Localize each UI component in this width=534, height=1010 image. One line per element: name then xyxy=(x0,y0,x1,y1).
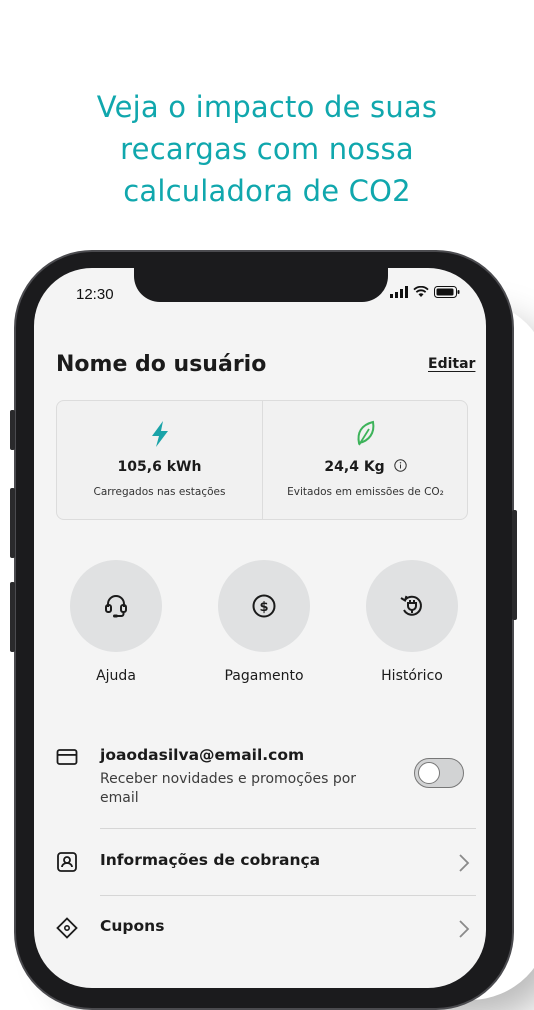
newsletter-toggle[interactable] xyxy=(414,758,464,788)
help-label: Ajuda xyxy=(96,668,136,684)
battery-icon xyxy=(434,286,460,298)
chevron-right-icon xyxy=(459,854,470,872)
stat-charged-caption: Carregados nas estações xyxy=(93,486,226,498)
stat-charged-value: 105,6 kWh xyxy=(117,459,202,475)
menu-divider xyxy=(100,895,476,896)
stats-card: 105,6 kWh Carregados nas estações 24,4 K… xyxy=(56,400,468,520)
info-icon[interactable] xyxy=(393,459,407,472)
stat-avoided-value-row: 24,4 Kg xyxy=(263,459,468,475)
quick-action-payment[interactable]: $ Pagamento xyxy=(218,560,310,684)
phone-mute-button xyxy=(10,410,15,450)
dollar-coin-icon: $ xyxy=(252,594,276,618)
headline-line-2: recargas com nossa xyxy=(120,132,414,166)
quick-action-history[interactable]: Histórico xyxy=(366,560,458,684)
ticket-icon xyxy=(56,917,78,939)
lightning-icon xyxy=(152,421,168,447)
stat-avoided-caption: Evitados em emissões de CO₂ xyxy=(287,486,444,498)
id-badge-icon xyxy=(57,852,77,872)
quick-action-help[interactable]: Ajuda xyxy=(70,560,162,684)
help-button[interactable] xyxy=(70,560,162,652)
history-label: Histórico xyxy=(381,668,443,684)
card-icon xyxy=(56,749,78,765)
billing-info-label: Informações de cobrança xyxy=(100,851,321,869)
payment-label: Pagamento xyxy=(224,668,304,684)
headline-line-1: Veja o impacto de suas xyxy=(96,90,438,124)
phone-volume-up-button xyxy=(10,488,15,558)
coupons-row[interactable]: Cupons xyxy=(56,917,476,943)
marketing-headline: Veja o impacto de suas recargas com noss… xyxy=(0,86,534,212)
billing-info-row[interactable]: Informações de cobrança xyxy=(56,851,476,877)
headset-icon xyxy=(105,595,127,618)
chevron-right-icon xyxy=(459,920,470,938)
history-button[interactable] xyxy=(366,560,458,652)
email-newsletter-label: Receber novidades e promoções por email xyxy=(100,771,357,806)
menu-divider xyxy=(100,828,476,829)
payment-button[interactable]: $ xyxy=(218,560,310,652)
phone-volume-down-button xyxy=(10,582,15,652)
email-address: joaodasilva@email.com xyxy=(100,746,305,764)
stat-avoided-value: 24,4 Kg xyxy=(324,459,385,475)
leaf-icon xyxy=(357,420,375,446)
toggle-knob xyxy=(418,762,440,784)
phone-screen: 12:30 Nome do usuário Editar 105,6 kWh C… xyxy=(34,268,486,988)
stat-charged: 105,6 kWh Carregados nas estações xyxy=(57,401,262,519)
status-time: 12:30 xyxy=(76,286,114,303)
coupons-label: Cupons xyxy=(100,917,165,935)
edit-profile-link[interactable]: Editar xyxy=(428,356,475,372)
phone-notch xyxy=(134,268,388,302)
stat-avoided: 24,4 Kg Evitados em emissões de CO₂ xyxy=(263,401,468,519)
user-name: Nome do usuário xyxy=(56,352,267,377)
email-preferences-row: joaodasilva@email.com Receber novidades … xyxy=(56,746,476,816)
status-icons xyxy=(390,286,460,298)
signal-icon xyxy=(390,286,408,298)
svg-text:$: $ xyxy=(259,600,268,615)
headline-line-3: calculadora de CO2 xyxy=(123,174,411,208)
plug-history-icon xyxy=(400,595,422,616)
wifi-icon xyxy=(413,286,429,297)
phone-power-button xyxy=(512,510,517,620)
